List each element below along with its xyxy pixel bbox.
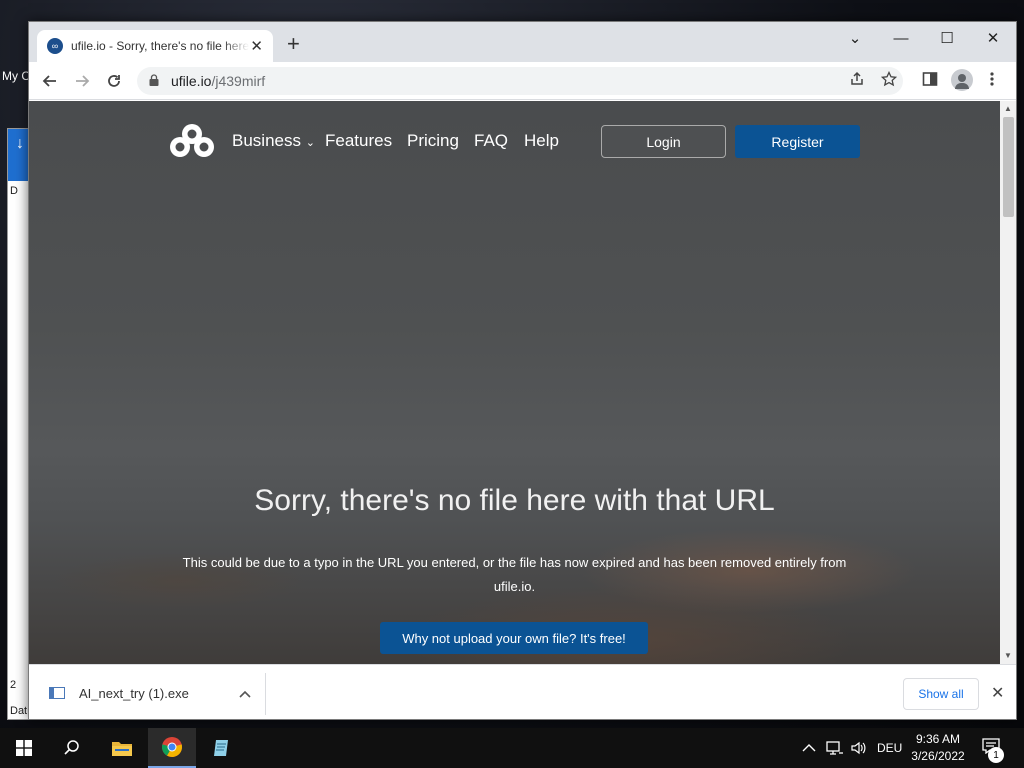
background-window-text: D xyxy=(10,185,18,197)
share-icon[interactable] xyxy=(849,71,865,92)
more-menu-icon[interactable] xyxy=(989,71,995,92)
forward-arrow-icon xyxy=(76,75,90,87)
divider xyxy=(265,673,266,715)
nav-business[interactable]: Business ⌄ xyxy=(232,131,315,151)
download-arrow-icon: ↓ xyxy=(16,135,24,152)
downloads-shelf: AI_next_try (1).exe Show all ✕ xyxy=(29,664,1016,719)
profile-avatar[interactable] xyxy=(951,69,973,91)
ufile-logo-icon[interactable] xyxy=(169,123,215,159)
desktop-icon-label[interactable]: My C xyxy=(2,69,30,83)
side-panel-icon[interactable] xyxy=(922,71,938,92)
chrome-icon xyxy=(161,737,183,758)
volume-icon[interactable] xyxy=(850,728,868,768)
search-button[interactable] xyxy=(48,728,96,768)
upload-cta-button[interactable]: Why not upload your own file? It's free! xyxy=(380,622,648,654)
address-bar[interactable]: ufile.io/j439mirf xyxy=(137,67,903,95)
scroll-up-arrow-icon[interactable]: ▲ xyxy=(1004,104,1012,113)
file-explorer-button[interactable] xyxy=(98,728,146,768)
browser-tab-ufile[interactable]: ∞ ufile.io - Sorry, there's no file here… xyxy=(37,30,273,62)
chrome-taskbar-button[interactable] xyxy=(148,728,196,768)
new-tab-button[interactable]: + xyxy=(287,32,300,56)
error-headline: Sorry, there's no file here with that UR… xyxy=(254,484,775,517)
start-button[interactable] xyxy=(0,728,48,768)
system-clock[interactable]: 9:36 AM 3/26/2022 xyxy=(906,731,970,765)
minimize-button[interactable]: — xyxy=(878,24,924,52)
maximize-button[interactable]: ☐ xyxy=(924,24,970,52)
register-button[interactable]: Register xyxy=(735,125,860,158)
clock-time: 9:36 AM xyxy=(915,732,961,746)
lock-icon[interactable] xyxy=(149,74,159,86)
close-window-button[interactable]: ✕ xyxy=(970,24,1016,52)
close-shelf-icon[interactable]: ✕ xyxy=(991,683,1004,703)
nav-pricing[interactable]: Pricing xyxy=(407,131,459,151)
chevron-up-icon[interactable] xyxy=(239,686,251,701)
url-path: /j439mirf xyxy=(211,73,266,89)
chevron-down-icon: ⌄ xyxy=(305,137,315,149)
ufile-favicon-icon: ∞ xyxy=(47,38,63,54)
scrollbar-thumb[interactable] xyxy=(1003,117,1014,217)
taskbar: DEU 9:36 AM 3/26/2022 1 xyxy=(0,728,1024,768)
nav-business-label: Business xyxy=(232,131,301,150)
back-arrow-icon xyxy=(42,75,56,87)
reload-icon xyxy=(108,75,120,87)
reload-button[interactable] xyxy=(101,68,127,94)
folder-icon xyxy=(112,742,132,756)
url-text[interactable]: ufile.io/j439mirf xyxy=(171,73,265,89)
url-host: ufile.io xyxy=(171,73,212,89)
site-navbar: Business ⌄ Features Pricing FAQ Help Log… xyxy=(29,101,1000,181)
tab-strip: ∞ ufile.io - Sorry, there's no file here… xyxy=(29,22,1016,62)
login-button[interactable]: Login xyxy=(601,125,726,158)
back-button[interactable] xyxy=(37,68,63,94)
tab-title: ufile.io - Sorry, there's no file here w… xyxy=(71,39,249,53)
nav-faq[interactable]: FAQ xyxy=(474,131,508,151)
notepad-taskbar-button[interactable] xyxy=(198,728,246,768)
browser-toolbar: ufile.io/j439mirf xyxy=(29,62,1016,100)
tab-search-button[interactable]: ⌄ xyxy=(832,24,878,52)
scroll-down-arrow-icon[interactable]: ▼ xyxy=(1004,651,1012,660)
browser-window: ∞ ufile.io - Sorry, there's no file here… xyxy=(28,21,1017,720)
background-window-text: Dat xyxy=(10,705,28,717)
tray-overflow-icon[interactable] xyxy=(802,728,816,768)
windows-logo-icon xyxy=(16,740,32,756)
show-all-button[interactable]: Show all xyxy=(903,678,979,710)
exe-file-icon xyxy=(49,687,65,699)
error-description: This could be due to a typo in the URL y… xyxy=(182,555,847,594)
nav-help[interactable]: Help xyxy=(524,131,559,151)
clock-date: 3/26/2022 xyxy=(911,749,965,763)
notepad-icon xyxy=(214,740,228,756)
background-window-text: 2 xyxy=(10,679,17,691)
bookmark-star-icon[interactable] xyxy=(880,70,898,92)
notification-count-badge: 1 xyxy=(988,747,1004,763)
page-viewport: Business ⌄ Features Pricing FAQ Help Log… xyxy=(29,101,1000,664)
download-item[interactable]: AI_next_try (1).exe xyxy=(39,665,265,719)
forward-button[interactable] xyxy=(69,68,95,94)
page-scrollbar[interactable]: ▲ ▼ xyxy=(1000,101,1016,664)
search-icon xyxy=(64,740,79,755)
network-icon[interactable] xyxy=(826,728,844,768)
tab-close-icon[interactable]: ✕ xyxy=(250,37,263,55)
language-indicator[interactable]: DEU xyxy=(877,728,902,768)
nav-features[interactable]: Features xyxy=(325,131,392,151)
download-filename: AI_next_try (1).exe xyxy=(79,685,189,701)
